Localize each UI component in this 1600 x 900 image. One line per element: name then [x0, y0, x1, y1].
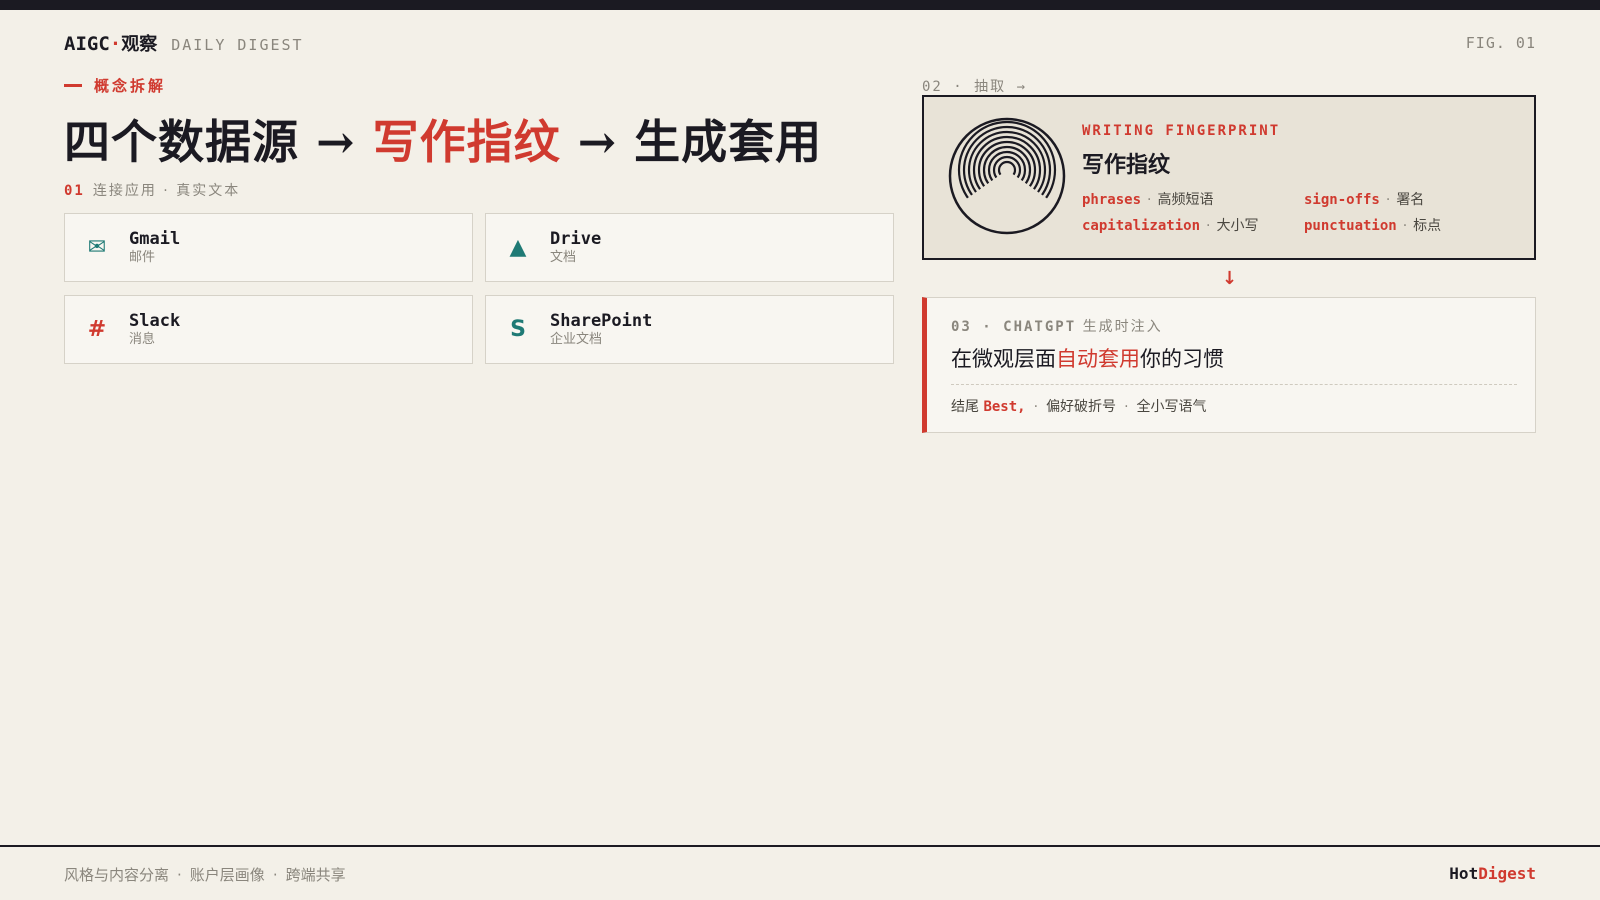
dashed-divider	[951, 384, 1517, 385]
note-prefix: 结尾	[951, 399, 979, 415]
footer-tag: 跨端共享	[285, 866, 346, 884]
trait-punctuation: punctuation · 标点	[1304, 215, 1526, 235]
trait-key: punctuation	[1304, 218, 1397, 234]
triangle-icon: ▲	[509, 235, 527, 260]
footer-tags: 风格与内容分离 · 账户层画像 · 跨端共享	[64, 864, 346, 885]
fingerprint-icon	[948, 117, 1066, 235]
top-bar	[0, 0, 1600, 10]
generation-title-post: 你的习惯	[1140, 347, 1224, 371]
source-card-slack: # Slack 消息	[64, 295, 473, 364]
trait-sep: ·	[1402, 218, 1408, 234]
brand-subtitle: DAILY DIGEST	[171, 36, 304, 54]
generation-kicker-cn: 生成时注入	[1082, 319, 1163, 335]
letter-s-icon: S	[510, 317, 526, 342]
figure-label: FIG. 01	[1465, 34, 1536, 52]
kicker-dash	[64, 84, 82, 87]
brand-cn: 观察	[121, 34, 158, 55]
source-desc: 消息	[129, 331, 156, 347]
generation-title-pre: 在微观层面	[951, 347, 1056, 371]
trait-row: phrases · 高频短语 sign-offs · 署名	[1082, 189, 1526, 209]
brand-dot: ·	[109, 33, 122, 55]
fingerprint-panel: WRITING FINGERPRINT 写作指纹 phrases · 高频短语 si…	[922, 95, 1536, 260]
brand: AIGC · 观察 DAILY DIGEST	[64, 30, 304, 56]
generation-notes: 结尾 Best, · 偏好破折号 · 全小写语气	[951, 396, 1207, 416]
note-lowercase: 全小写语气	[1136, 399, 1207, 415]
trait-key: capitalization	[1082, 218, 1201, 234]
title-part-1: 四个数据源 →	[64, 115, 373, 169]
note-best: Best,	[983, 399, 1026, 415]
page-title: 四个数据源 → 写作指纹 → 生成套用	[64, 106, 822, 172]
footer-sep: ·	[177, 866, 182, 884]
trait-desc: 高频短语	[1157, 192, 1214, 208]
source-card-gmail: ✉ Gmail 邮件	[64, 213, 473, 282]
generation-kicker: 03 · CHATGPT 生成时注入	[951, 316, 1163, 336]
section-kicker: 概念拆解	[64, 75, 166, 96]
footer-brand-digest: Digest	[1478, 864, 1536, 883]
down-arrow-icon: ↓	[1222, 268, 1238, 289]
trait-key: phrases	[1082, 192, 1142, 208]
trait-phrases: phrases · 高频短语	[1082, 189, 1304, 209]
step-1-label: 01 连接应用 · 真实文本	[64, 180, 240, 200]
note-dash: 偏好破折号	[1046, 399, 1117, 415]
fingerprint-title: 写作指纹	[1082, 152, 1171, 178]
step-1-number: 01	[64, 183, 85, 199]
note-sep: ·	[1033, 399, 1039, 415]
footer-sep: ·	[272, 866, 278, 884]
trait-desc: 标点	[1413, 218, 1442, 234]
kicker-label: 概念拆解	[94, 77, 167, 95]
trait-key: sign-offs	[1304, 192, 1380, 208]
generation-panel: 03 · CHATGPT 生成时注入 在微观层面自动套用你的习惯 结尾 Best…	[922, 297, 1536, 433]
envelope-icon: ✉	[87, 235, 107, 260]
trait-row: capitalization · 大小写 punctuation · 标点	[1082, 215, 1526, 235]
footer-tag: 账户层画像	[189, 866, 265, 884]
source-desc: 企业文档	[550, 331, 603, 347]
step-1-text: 连接应用 · 真实文本	[92, 183, 241, 199]
source-name: Slack	[129, 310, 181, 331]
generation-title: 在微观层面自动套用你的习惯	[951, 343, 1224, 373]
footer-brand-hot: Hot	[1449, 864, 1479, 883]
source-card-drive: ▲ Drive 文档	[485, 213, 894, 282]
trait-sign-offs: sign-offs · 署名	[1304, 189, 1526, 209]
source-name: SharePoint	[550, 310, 653, 331]
title-part-2: → 生成套用	[560, 115, 823, 169]
trait-desc: 大小写	[1216, 218, 1259, 234]
fingerprint-kicker: WRITING FINGERPRINT	[1082, 123, 1281, 139]
trait-desc: 署名	[1396, 192, 1425, 208]
source-card-sharepoint: S SharePoint 企业文档	[485, 295, 894, 364]
trait-sep: ·	[1385, 192, 1391, 208]
brand-name: AIGC	[64, 33, 110, 55]
trait-sep: ·	[1147, 192, 1152, 208]
hash-icon: #	[87, 317, 107, 342]
source-desc: 文档	[550, 249, 577, 265]
generation-title-accent: 自动套用	[1056, 347, 1140, 371]
source-name: Drive	[550, 228, 602, 249]
footer-divider	[0, 845, 1600, 847]
trait-capitalization: capitalization · 大小写	[1082, 215, 1304, 235]
title-accent: 写作指纹	[372, 115, 561, 169]
source-name: Gmail	[129, 228, 181, 249]
step-2-label: 02 · 抽取 →	[922, 79, 1028, 95]
generation-kicker-mono: 03 · CHATGPT	[951, 319, 1077, 335]
source-desc: 邮件	[129, 249, 156, 265]
trait-sep: ·	[1206, 218, 1211, 234]
note-sep: ·	[1124, 399, 1129, 415]
footer-brand: HotDigest	[1449, 864, 1536, 883]
footer-tag: 风格与内容分离	[64, 866, 170, 884]
